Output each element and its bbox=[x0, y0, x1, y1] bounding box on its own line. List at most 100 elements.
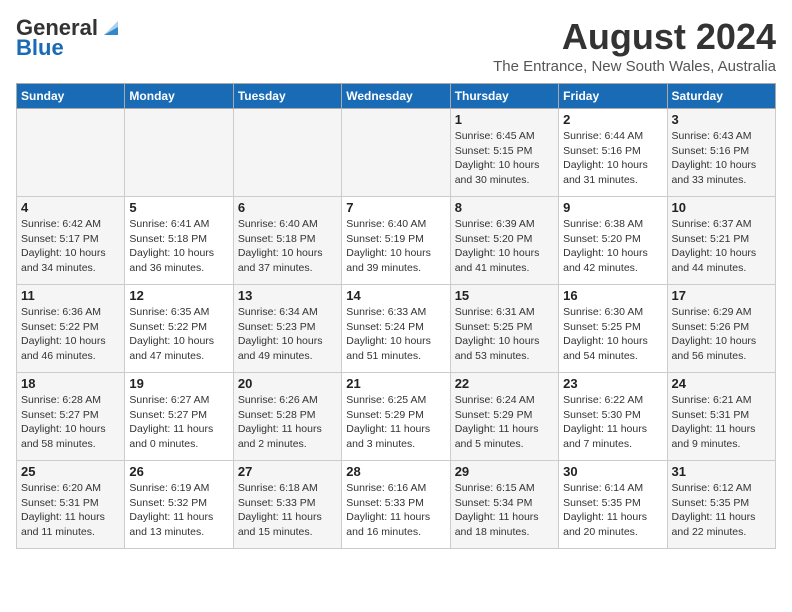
calendar-cell bbox=[125, 109, 233, 197]
day-number: 3 bbox=[672, 112, 771, 127]
day-number: 15 bbox=[455, 288, 554, 303]
day-number: 5 bbox=[129, 200, 228, 215]
calendar-week-4: 25 Sunrise: 6:20 AMSunset: 5:31 PMDayligh… bbox=[17, 461, 776, 549]
day-number: 9 bbox=[563, 200, 662, 215]
day-info: Sunrise: 6:12 AMSunset: 5:35 PMDaylight:… bbox=[672, 481, 771, 540]
calendar-cell bbox=[342, 109, 450, 197]
day-info: Sunrise: 6:26 AMSunset: 5:28 PMDaylight:… bbox=[238, 393, 337, 452]
day-number: 12 bbox=[129, 288, 228, 303]
day-number: 18 bbox=[21, 376, 120, 391]
calendar-cell: 16Sunrise: 6:30 AMSunset: 5:25 PMDayligh… bbox=[559, 285, 667, 373]
col-thursday: Thursday bbox=[450, 84, 558, 109]
day-number: 11 bbox=[21, 288, 120, 303]
day-info: Sunrise: 6:14 AMSunset: 5:35 PMDaylight:… bbox=[563, 481, 662, 540]
day-number: 19 bbox=[129, 376, 228, 391]
day-number: 25 bbox=[21, 464, 120, 479]
day-info: Sunrise: 6:40 AMSunset: 5:19 PMDaylight:… bbox=[346, 217, 445, 276]
day-info: Sunrise: 6:25 AMSunset: 5:29 PMDaylight:… bbox=[346, 393, 445, 452]
day-number: 16 bbox=[563, 288, 662, 303]
calendar-cell: 17Sunrise: 6:29 AMSunset: 5:26 PMDayligh… bbox=[667, 285, 775, 373]
calendar-cell: 27 Sunrise: 6:18 AMSunset: 5:33 PMDayligh… bbox=[233, 461, 341, 549]
day-info: Sunrise: 6:36 AMSunset: 5:22 PMDaylight:… bbox=[21, 305, 120, 364]
calendar-cell: 10 Sunrise: 6:37 AMSunset: 5:21 PMDayligh… bbox=[667, 197, 775, 285]
calendar-cell: 11 Sunrise: 6:36 AMSunset: 5:22 PMDayligh… bbox=[17, 285, 125, 373]
day-number: 17 bbox=[672, 288, 771, 303]
day-number: 10 bbox=[672, 200, 771, 215]
day-info: Sunrise: 6:33 AMSunset: 5:24 PMDaylight:… bbox=[346, 305, 445, 364]
day-info: Sunrise: 6:44 AMSunset: 5:16 PMDaylight:… bbox=[563, 129, 662, 188]
calendar-cell: 28 Sunrise: 6:16 AMSunset: 5:33 PMDayligh… bbox=[342, 461, 450, 549]
calendar-week-3: 18 Sunrise: 6:28 AMSunset: 5:27 PMDayligh… bbox=[17, 373, 776, 461]
day-info: Sunrise: 6:35 AMSunset: 5:22 PMDaylight:… bbox=[129, 305, 228, 364]
day-info: Sunrise: 6:39 AMSunset: 5:20 PMDaylight:… bbox=[455, 217, 554, 276]
calendar-cell: 12 Sunrise: 6:35 AMSunset: 5:22 PMDayligh… bbox=[125, 285, 233, 373]
day-number: 4 bbox=[21, 200, 120, 215]
day-info: Sunrise: 6:18 AMSunset: 5:33 PMDaylight:… bbox=[238, 481, 337, 540]
calendar-cell: 5 Sunrise: 6:41 AMSunset: 5:18 PMDaylight… bbox=[125, 197, 233, 285]
col-monday: Monday bbox=[125, 84, 233, 109]
day-number: 28 bbox=[346, 464, 445, 479]
calendar-cell: 24 Sunrise: 6:21 AMSunset: 5:31 PMDayligh… bbox=[667, 373, 775, 461]
day-info: Sunrise: 6:27 AMSunset: 5:27 PMDaylight:… bbox=[129, 393, 228, 452]
calendar-cell: 1 Sunrise: 6:45 AMSunset: 5:15 PMDaylight… bbox=[450, 109, 558, 197]
calendar-week-2: 11 Sunrise: 6:36 AMSunset: 5:22 PMDayligh… bbox=[17, 285, 776, 373]
calendar-cell: 25 Sunrise: 6:20 AMSunset: 5:31 PMDayligh… bbox=[17, 461, 125, 549]
day-number: 31 bbox=[672, 464, 771, 479]
day-number: 13 bbox=[238, 288, 337, 303]
calendar-cell bbox=[17, 109, 125, 197]
calendar-cell: 30 Sunrise: 6:14 AMSunset: 5:35 PMDayligh… bbox=[559, 461, 667, 549]
day-number: 2 bbox=[563, 112, 662, 127]
calendar-week-1: 4 Sunrise: 6:42 AMSunset: 5:17 PMDaylight… bbox=[17, 197, 776, 285]
day-info: Sunrise: 6:31 AMSunset: 5:25 PMDaylight:… bbox=[455, 305, 554, 364]
calendar-cell: 13 Sunrise: 6:34 AMSunset: 5:23 PMDayligh… bbox=[233, 285, 341, 373]
calendar-cell: 20 Sunrise: 6:26 AMSunset: 5:28 PMDayligh… bbox=[233, 373, 341, 461]
day-number: 1 bbox=[455, 112, 554, 127]
day-info: Sunrise: 6:21 AMSunset: 5:31 PMDaylight:… bbox=[672, 393, 771, 452]
day-info: Sunrise: 6:20 AMSunset: 5:31 PMDaylight:… bbox=[21, 481, 120, 540]
calendar-cell: 21 Sunrise: 6:25 AMSunset: 5:29 PMDayligh… bbox=[342, 373, 450, 461]
col-wednesday: Wednesday bbox=[342, 84, 450, 109]
day-info: Sunrise: 6:34 AMSunset: 5:23 PMDaylight:… bbox=[238, 305, 337, 364]
day-info: Sunrise: 6:41 AMSunset: 5:18 PMDaylight:… bbox=[129, 217, 228, 276]
calendar-cell: 22Sunrise: 6:24 AMSunset: 5:29 PMDayligh… bbox=[450, 373, 558, 461]
calendar-cell: 19 Sunrise: 6:27 AMSunset: 5:27 PMDayligh… bbox=[125, 373, 233, 461]
day-info: Sunrise: 6:15 AMSunset: 5:34 PMDaylight:… bbox=[455, 481, 554, 540]
day-info: Sunrise: 6:45 AMSunset: 5:15 PMDaylight:… bbox=[455, 129, 554, 188]
day-number: 30 bbox=[563, 464, 662, 479]
day-number: 8 bbox=[455, 200, 554, 215]
day-info: Sunrise: 6:43 AMSunset: 5:16 PMDaylight:… bbox=[672, 129, 771, 188]
logo-blue: Blue bbox=[16, 36, 64, 60]
col-saturday: Saturday bbox=[667, 84, 775, 109]
calendar-cell: 6Sunrise: 6:40 AMSunset: 5:18 PMDaylight… bbox=[233, 197, 341, 285]
day-info: Sunrise: 6:42 AMSunset: 5:17 PMDaylight:… bbox=[21, 217, 120, 276]
day-number: 14 bbox=[346, 288, 445, 303]
col-friday: Friday bbox=[559, 84, 667, 109]
day-number: 24 bbox=[672, 376, 771, 391]
month-title: August 2024 bbox=[493, 16, 776, 58]
day-number: 7 bbox=[346, 200, 445, 215]
logo-icon bbox=[100, 17, 122, 39]
calendar-cell: 29 Sunrise: 6:15 AMSunset: 5:34 PMDayligh… bbox=[450, 461, 558, 549]
calendar-cell: 15 Sunrise: 6:31 AMSunset: 5:25 PMDayligh… bbox=[450, 285, 558, 373]
calendar-cell: 9Sunrise: 6:38 AMSunset: 5:20 PMDaylight… bbox=[559, 197, 667, 285]
day-number: 21 bbox=[346, 376, 445, 391]
calendar-cell: 3 Sunrise: 6:43 AMSunset: 5:16 PMDaylight… bbox=[667, 109, 775, 197]
location-title: The Entrance, New South Wales, Australia bbox=[493, 58, 776, 75]
calendar-cell: 31 Sunrise: 6:12 AMSunset: 5:35 PMDayligh… bbox=[667, 461, 775, 549]
day-info: Sunrise: 6:40 AMSunset: 5:18 PMDaylight:… bbox=[238, 217, 337, 276]
calendar-cell: 8 Sunrise: 6:39 AMSunset: 5:20 PMDaylight… bbox=[450, 197, 558, 285]
calendar-cell bbox=[233, 109, 341, 197]
day-number: 20 bbox=[238, 376, 337, 391]
day-number: 26 bbox=[129, 464, 228, 479]
day-info: Sunrise: 6:37 AMSunset: 5:21 PMDaylight:… bbox=[672, 217, 771, 276]
day-info: Sunrise: 6:28 AMSunset: 5:27 PMDaylight:… bbox=[21, 393, 120, 452]
day-number: 29 bbox=[455, 464, 554, 479]
calendar-cell: 4 Sunrise: 6:42 AMSunset: 5:17 PMDaylight… bbox=[17, 197, 125, 285]
day-number: 22 bbox=[455, 376, 554, 391]
day-info: Sunrise: 6:16 AMSunset: 5:33 PMDaylight:… bbox=[346, 481, 445, 540]
calendar-cell: 2 Sunrise: 6:44 AMSunset: 5:16 PMDaylight… bbox=[559, 109, 667, 197]
day-number: 27 bbox=[238, 464, 337, 479]
day-number: 23 bbox=[563, 376, 662, 391]
day-info: Sunrise: 6:19 AMSunset: 5:32 PMDaylight:… bbox=[129, 481, 228, 540]
calendar-cell: 14 Sunrise: 6:33 AMSunset: 5:24 PMDayligh… bbox=[342, 285, 450, 373]
